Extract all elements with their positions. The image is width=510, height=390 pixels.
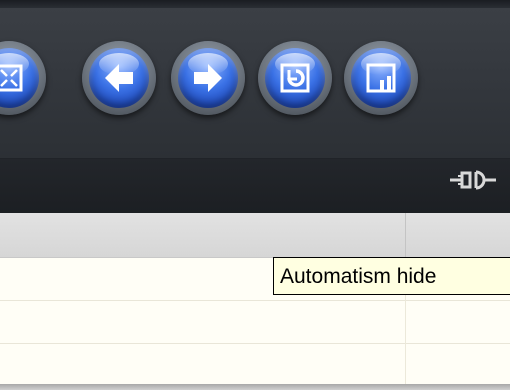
- statistics-button[interactable]: [344, 41, 418, 115]
- toolbar: [0, 8, 510, 159]
- refresh-icon: [280, 63, 310, 93]
- window-top-border: [0, 0, 510, 8]
- list-row[interactable]: [0, 344, 510, 385]
- list-header[interactable]: [0, 213, 510, 258]
- bar-chart-icon: [366, 63, 396, 93]
- fullscreen-icon: [0, 64, 23, 92]
- window-bottom-border: [0, 384, 510, 390]
- list-row[interactable]: [0, 301, 510, 344]
- arrow-left-icon: [105, 64, 133, 92]
- forward-button[interactable]: [171, 41, 245, 115]
- fullscreen-button[interactable]: [0, 41, 46, 115]
- plug-connection-icon[interactable]: [448, 167, 498, 193]
- tooltip: Automatism hide: [273, 257, 510, 295]
- refresh-button[interactable]: [258, 41, 332, 115]
- status-bar: [0, 159, 510, 213]
- arrow-right-icon: [194, 64, 222, 92]
- column-divider[interactable]: [405, 213, 406, 257]
- back-button[interactable]: [82, 41, 156, 115]
- app-window: Automatism hide: [0, 0, 510, 390]
